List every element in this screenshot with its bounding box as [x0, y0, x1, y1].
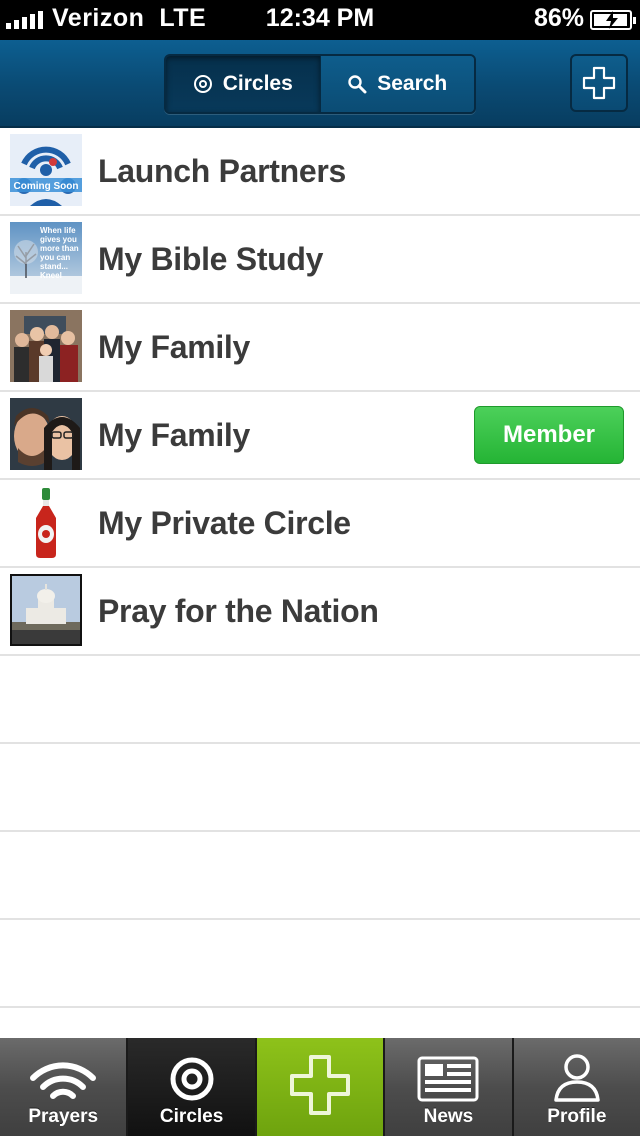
list-item[interactable]: My Family	[0, 304, 640, 392]
circles-list: Coming Soon Launch Partners When life gi…	[0, 128, 640, 1008]
wifi-waves-icon	[30, 1062, 97, 1099]
list-item[interactable]: My Private Circle	[0, 480, 640, 568]
newspaper-icon	[417, 1056, 479, 1102]
circle-thumbnail	[10, 486, 82, 558]
battery-icon	[590, 10, 636, 30]
person-icon	[554, 1054, 600, 1102]
list-item[interactable]: When life gives you more than you can st…	[0, 216, 640, 304]
circle-name: My Bible Study	[98, 241, 324, 277]
list-item[interactable]: Coming Soon Launch Partners	[0, 128, 640, 216]
circle-name: My Family	[98, 417, 251, 453]
circle-thumbnail	[10, 574, 82, 646]
member-button[interactable]: Member	[474, 406, 624, 464]
circle-thumbnail: When life gives you more than you can st…	[10, 222, 82, 294]
list-item[interactable]: My Family Member	[0, 392, 640, 480]
list-item[interactable]: Pray for the Nation	[0, 568, 640, 656]
tab-add-prayer[interactable]	[256, 1038, 384, 1136]
segment-label: Search	[377, 72, 448, 95]
tab-bar: Prayers Circles News Profile	[0, 1038, 640, 1136]
tab-prayers[interactable]: Prayers	[0, 1038, 127, 1136]
tab-news[interactable]: News	[385, 1038, 512, 1136]
empty-row	[0, 744, 640, 832]
add-circle-button[interactable]	[570, 54, 628, 112]
circle-name: Pray for the Nation	[98, 593, 379, 629]
search-icon	[348, 75, 367, 94]
plus-icon	[582, 66, 616, 100]
segment-circles[interactable]: Circles	[166, 56, 320, 112]
plus-icon	[290, 1055, 351, 1115]
quote-text: When life gives you more than you can st…	[40, 226, 79, 280]
circle-name: My Private Circle	[98, 505, 351, 541]
tab-profile[interactable]: Profile	[513, 1038, 640, 1136]
segmented-control: Circles Search	[164, 54, 476, 114]
tab-label: Prayers	[28, 1106, 99, 1127]
empty-row	[0, 656, 640, 744]
tab-label: Circles	[159, 1106, 224, 1127]
battery-percent: 86%	[533, 4, 584, 32]
tab-label: Profile	[547, 1106, 607, 1127]
circle-thumbnail	[10, 398, 82, 470]
circle-thumbnail: Coming Soon	[10, 134, 82, 206]
status-bar: Verizon LTE 12:34 PM 86%	[0, 0, 640, 40]
circle-name: My Family	[98, 329, 251, 365]
coming-soon-text: Coming Soon	[14, 181, 79, 192]
empty-row	[0, 832, 640, 920]
target-icon	[193, 75, 212, 93]
navigation-bar: Circles Search	[0, 40, 640, 128]
circle-thumbnail	[10, 310, 82, 382]
empty-row	[0, 920, 640, 1008]
tab-circles[interactable]: Circles	[128, 1038, 255, 1136]
tab-label: News	[423, 1106, 474, 1127]
segment-label: Circles	[222, 72, 293, 95]
segment-search[interactable]: Search	[319, 56, 474, 112]
circle-name: Launch Partners	[98, 153, 347, 189]
target-icon	[170, 1057, 214, 1101]
